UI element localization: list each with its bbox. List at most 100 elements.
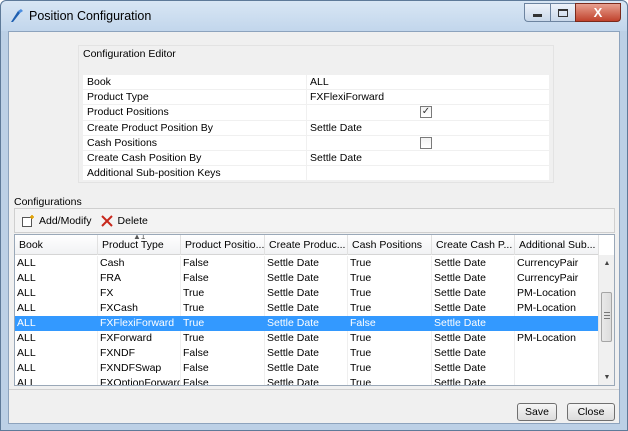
cell-product-type: FX [98,286,181,301]
cell-additional-sub: PM-Location [515,301,599,316]
property-name: Book [83,75,307,90]
property-row-cash-positions[interactable]: Cash Positions [83,135,549,151]
vertical-scrollbar[interactable]: ▲ ▼ [598,255,614,385]
column-header-product-positions[interactable]: Product Positio... [181,235,265,255]
cell-book: ALL [15,331,98,346]
column-header-cash-positions[interactable]: Cash Positions [348,235,432,255]
table-row[interactable]: ALL FXForward True Settle Date True Settle Da… [15,331,599,346]
property-grid: Book ALL Product Type FXFlexiForward Pro… [83,75,549,182]
sort-ascending-icon: ▲1 [133,235,146,241]
cell-cash-positions: True [348,346,432,361]
cell-create-cash-position: Settle Date [432,331,515,346]
cell-book: ALL [15,376,98,385]
table-row[interactable]: ALL FRA False Settle Date True Settle Date Cur… [15,271,599,286]
cell-product-positions: False [181,376,265,385]
property-row-product-positions[interactable]: Product Positions ✓ [83,105,549,121]
cell-additional-sub [515,376,599,385]
delete-x-icon [100,214,114,228]
cell-create-cash-position: Settle Date [432,271,515,286]
property-name: Product Positions [83,105,307,120]
property-row-create-product-position-by[interactable]: Create Product Position By Settle Date [83,120,549,136]
property-row-book[interactable]: Book ALL [83,75,549,91]
cell-book: ALL [15,271,98,286]
cell-product-positions: True [181,301,265,316]
table-row[interactable]: ALL FXNDF False Settle Date True Settle Date [15,346,599,361]
table-row[interactable]: ALL FXNDFSwap False Settle Date True Settle D… [15,361,599,376]
scrollbar-thumb[interactable] [601,292,612,342]
cell-create-product-position: Settle Date [265,376,348,385]
property-row-additional-sub-position-keys[interactable]: Additional Sub-position Keys [83,166,549,182]
column-header-create-cash-position[interactable]: Create Cash P... [432,235,515,255]
window-title: Position Configuration [29,9,152,23]
cell-cash-positions: True [348,256,432,271]
table-row[interactable]: ALL FX True Settle Date True Settle Date PM-Lo… [15,286,599,301]
column-header-book[interactable]: Book [15,235,98,255]
cell-create-cash-position: Settle Date [432,301,515,316]
title-bar[interactable]: Position Configuration X [1,1,627,31]
property-value-additional-sub-position-keys[interactable] [307,166,549,180]
cell-cash-positions: True [348,286,432,301]
property-value-product-positions: ✓ [307,105,549,119]
cell-product-positions: True [181,286,265,301]
cell-cash-positions: True [348,271,432,286]
cell-book: ALL [15,316,98,331]
cell-additional-sub: PM-Location [515,286,599,301]
property-row-product-type[interactable]: Product Type FXFlexiForward [83,90,549,106]
checkmark-icon: ✓ [421,106,431,118]
property-name: Additional Sub-position Keys [83,166,307,181]
cell-product-positions: True [181,316,265,331]
configuration-editor-title: Configuration Editor [83,48,176,60]
scroll-down-arrow-icon[interactable]: ▼ [599,369,614,385]
cell-product-type: FXForward [98,331,181,346]
property-row-create-cash-position-by[interactable]: Create Cash Position By Settle Date [83,150,549,167]
property-name: Create Product Position By [83,120,307,135]
column-header-create-product-position[interactable]: Create Produc... [265,235,348,255]
delete-button[interactable]: Delete [100,214,148,228]
property-value-product-type[interactable]: FXFlexiForward [307,90,549,104]
property-name: Create Cash Position By [83,150,307,166]
maximize-icon [558,8,568,17]
table-row[interactable]: ALL FXFlexiForward True Settle Date False Set… [15,316,599,331]
column-header-product-type[interactable]: ▲1 Product Type [98,235,181,255]
cell-create-cash-position: Settle Date [432,346,515,361]
app-icon [9,8,25,24]
cell-product-type: FXCash [98,301,181,316]
property-value-book[interactable]: ALL [307,75,549,89]
save-button[interactable]: Save [517,403,557,421]
cell-product-positions: False [181,346,265,361]
close-icon: X [593,5,603,20]
scroll-up-arrow-icon[interactable]: ▲ [599,255,614,271]
cell-cash-positions: False [348,316,432,331]
property-value-create-product-position-by[interactable]: Settle Date [307,121,549,135]
close-button[interactable]: Close [567,403,615,421]
table-row[interactable]: ALL FXCash True Settle Date True Settle Date P… [15,301,599,316]
cell-create-product-position: Settle Date [265,286,348,301]
minimize-button[interactable] [524,3,550,22]
cell-cash-positions: True [348,376,432,385]
cell-create-product-position: Settle Date [265,271,348,286]
cell-product-positions: True [181,331,265,346]
delete-label: Delete [117,214,148,227]
cell-book: ALL [15,256,98,271]
cell-product-type: FRA [98,271,181,286]
property-value-create-cash-position-by[interactable]: Settle Date [307,151,549,165]
window-close-button[interactable]: X [575,3,621,22]
property-value-cash-positions [307,136,549,150]
cell-cash-positions: True [348,331,432,346]
cell-product-type: FXFlexiForward [98,316,181,331]
cell-create-product-position: Settle Date [265,361,348,376]
table-row[interactable]: ALL FXOptionForward False Settle Date True Se… [15,376,599,385]
product-positions-checkbox[interactable]: ✓ [420,106,432,119]
cell-additional-sub: PM-Location [515,331,599,346]
cell-book: ALL [15,286,98,301]
cell-create-cash-position: Settle Date [432,256,515,271]
cell-product-type: FXNDF [98,346,181,361]
cash-positions-checkbox[interactable] [420,136,432,149]
maximize-button[interactable] [550,3,575,22]
cell-product-positions: False [181,271,265,286]
column-header-additional-sub[interactable]: Additional Sub... [515,235,599,255]
table-row[interactable]: ALL Cash False Settle Date True Settle Date Cu… [15,256,599,271]
add-modify-button[interactable]: Add/Modify [21,214,92,228]
cell-create-cash-position: Settle Date [432,286,515,301]
configurations-grid: Book ▲1 Product Type Product Positio... … [14,234,615,386]
